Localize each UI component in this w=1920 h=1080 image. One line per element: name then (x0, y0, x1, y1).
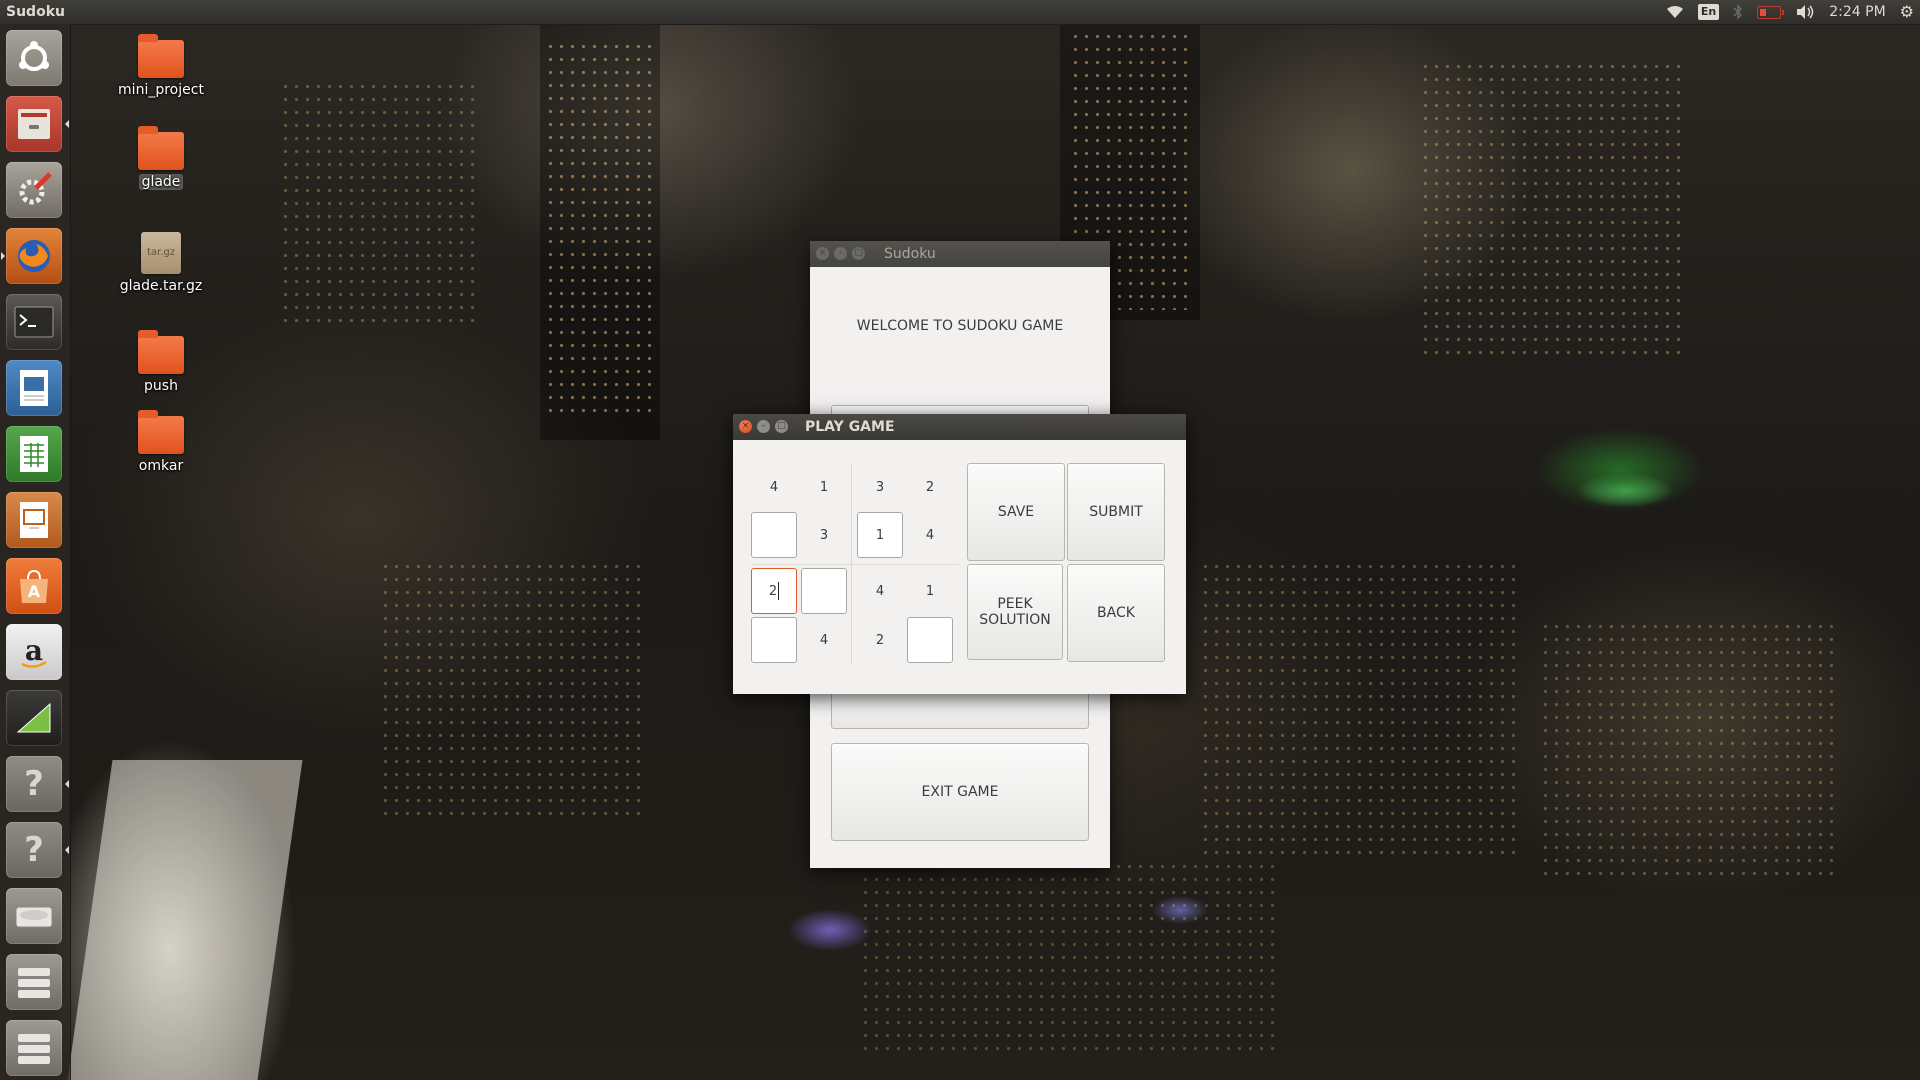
maximize-icon[interactable]: □ (852, 247, 865, 260)
battery-icon[interactable] (1757, 5, 1785, 19)
grid-input-r1c0[interactable] (751, 512, 797, 558)
grid-cell-r1c1: 3 (819, 527, 829, 543)
welcome-heading: WELCOME TO SUDOKU GAME (856, 318, 1064, 334)
folder-icon (138, 330, 184, 374)
peek-solution-button[interactable]: PEEK SOLUTION (967, 564, 1063, 660)
wallpaper-lights (280, 80, 480, 330)
wallpaper-lights (380, 560, 640, 820)
desktop-icon-label: omkar (138, 458, 184, 474)
play-game-window: × – □ PLAY GAME 4 1 3 2 3 1 4 2 4 1 4 2 … (733, 414, 1186, 694)
volume-icon[interactable] (1795, 4, 1815, 20)
app-title: Sudoku (6, 4, 65, 20)
bluetooth-icon[interactable] (1733, 4, 1743, 20)
grid-input-r2c0[interactable]: 2 (751, 568, 797, 614)
spreadsheet-icon[interactable] (6, 426, 62, 482)
wallpaper-lights (1200, 560, 1520, 860)
archive-icon: tar.gz (141, 232, 181, 274)
wallpaper-building-lit (67, 760, 303, 1080)
grid-cell-r0c1: 1 (819, 479, 829, 495)
desktop-icon-label: mini_project (118, 82, 204, 98)
close-icon[interactable]: × (816, 247, 829, 260)
welcome-window-titlebar[interactable]: × – □ Sudoku (810, 241, 1110, 267)
exit-game-button[interactable]: EXIT GAME (831, 743, 1089, 841)
grid-cell-r2c3: 1 (925, 583, 935, 599)
grid-input-r2c1[interactable] (801, 568, 847, 614)
maximize-icon[interactable]: □ (775, 420, 788, 433)
desktop-icon-omkar[interactable]: omkar (106, 410, 216, 474)
back-button[interactable]: BACK (1067, 564, 1165, 662)
minimize-icon[interactable]: – (834, 247, 847, 260)
folder-icon (138, 34, 184, 78)
clock[interactable]: 2:24 PM (1829, 0, 1885, 24)
desktop-icon-label: glade.tar.gz (119, 278, 203, 294)
window-title: Sudoku (884, 246, 936, 262)
grid-input-r3c0[interactable] (751, 617, 797, 663)
launcher: A a ? ? (0, 24, 71, 1080)
settings-tools-icon[interactable] (6, 162, 62, 218)
wallpaper-lights (545, 40, 655, 420)
question-icon[interactable]: ? (6, 822, 69, 878)
minimize-icon[interactable]: – (757, 420, 770, 433)
grid-cell-r3c2: 2 (875, 632, 885, 648)
firefox-icon[interactable] (1, 228, 62, 284)
wifi-icon[interactable] (1666, 5, 1684, 19)
text-caret (778, 582, 780, 600)
desktop-icon-glade-archive[interactable]: tar.gz glade.tar.gz (106, 232, 216, 294)
terminal-icon[interactable] (6, 294, 62, 350)
triangle-app-icon[interactable] (6, 690, 62, 746)
window-title: PLAY GAME (805, 419, 895, 435)
drive-icon[interactable] (6, 888, 62, 944)
document-icon[interactable] (6, 360, 62, 416)
submit-button[interactable]: SUBMIT (1067, 463, 1165, 561)
keyboard-language-indicator[interactable]: En (1697, 4, 1720, 20)
grid-cell-r2c2: 4 (875, 583, 885, 599)
wallpaper-lights (860, 860, 1280, 1060)
amazon-icon[interactable]: a (6, 624, 62, 680)
indicator-area: En 2:24 PM ⚙ (1666, 0, 1914, 24)
desktop-icon-glade[interactable]: glade (106, 126, 216, 190)
question-icon[interactable]: ? (6, 756, 69, 812)
grid-cell-r0c2: 3 (875, 479, 885, 495)
wallpaper-lights (1540, 620, 1840, 880)
desktop-icon-mini-project[interactable]: mini_project (106, 34, 216, 98)
grid-cell-r3c1: 4 (819, 632, 829, 648)
top-panel: Sudoku En 2:24 PM ⚙ (0, 0, 1920, 25)
svg-text:a: a (25, 634, 43, 667)
desktop-icon-label: glade (138, 174, 184, 190)
folder-icon (138, 126, 184, 170)
sudoku-grid: 4 1 3 2 3 1 4 2 4 1 4 2 (751, 464, 959, 670)
hidden-menu-button[interactable] (831, 691, 1089, 729)
save-button[interactable]: SAVE (967, 463, 1065, 561)
desktop-icon-push[interactable]: push (106, 330, 216, 394)
shopping-bag-icon[interactable]: A (6, 558, 62, 614)
svg-text:A: A (28, 582, 41, 601)
grid-cell-r0c3: 2 (925, 479, 935, 495)
grid-input-r1c2[interactable]: 1 (857, 512, 903, 558)
workspace-icon[interactable] (6, 954, 62, 1010)
file-cabinet-icon[interactable] (6, 96, 69, 152)
wallpaper-lights (1420, 60, 1680, 360)
folder-icon (138, 410, 184, 454)
close-icon[interactable]: × (739, 420, 752, 433)
gear-icon[interactable]: ⚙ (1900, 0, 1914, 24)
ubuntu-logo-icon[interactable] (6, 30, 62, 86)
grid-cell-r1c3: 4 (925, 527, 935, 543)
trash-icon[interactable] (6, 1020, 62, 1076)
grid-divider (751, 564, 959, 565)
play-window-titlebar[interactable]: × – □ PLAY GAME (733, 414, 1186, 440)
grid-input-value: 2 (768, 583, 778, 599)
grid-cell-r0c0: 4 (769, 479, 779, 495)
presentation-icon[interactable] (6, 492, 62, 548)
desktop-icon-label: push (144, 378, 178, 394)
grid-input-r3c3[interactable] (907, 617, 953, 663)
